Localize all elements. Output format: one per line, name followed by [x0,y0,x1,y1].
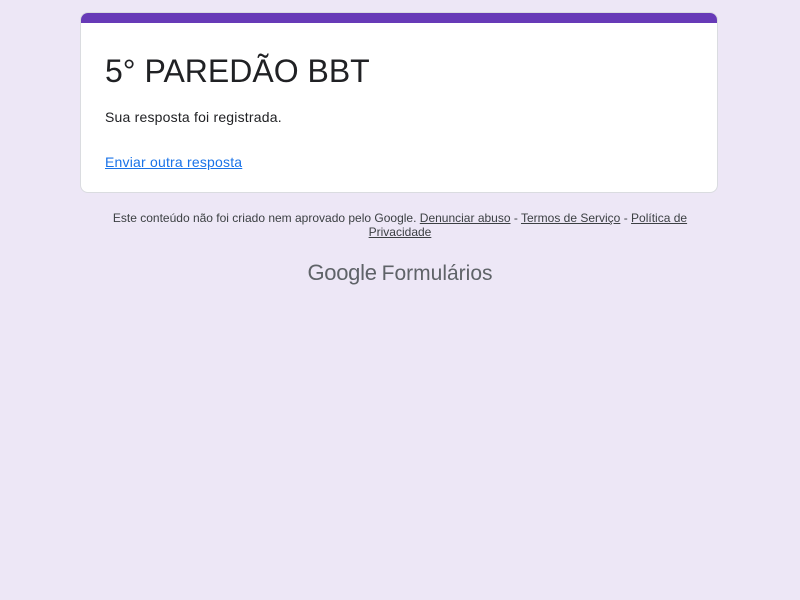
separator: - [623,211,628,225]
separator: - [513,211,518,225]
card-accent-bar [81,13,717,23]
disclaimer-text: Este conteúdo não foi criado nem aprovad… [112,211,417,225]
footer-disclaimer: Este conteúdo não foi criado nem aprovad… [100,211,700,239]
confirmation-message: Sua resposta foi registrada. [105,109,282,125]
response-card: 5° PAREDÃO BBT Sua resposta foi registra… [80,12,718,193]
google-forms-logo[interactable]: Google Formulários [0,258,800,289]
terms-of-service-link[interactable]: Termos de Serviço [521,211,620,225]
page: 5° PAREDÃO BBT Sua resposta foi registra… [0,0,800,600]
submit-another-response-link[interactable]: Enviar outra resposta [105,152,242,172]
google-wordmark: Google [307,260,377,285]
product-name: Formulários [381,262,493,285]
report-abuse-link[interactable]: Denunciar abuso [420,211,511,225]
form-title: 5° PAREDÃO BBT [105,53,370,89]
